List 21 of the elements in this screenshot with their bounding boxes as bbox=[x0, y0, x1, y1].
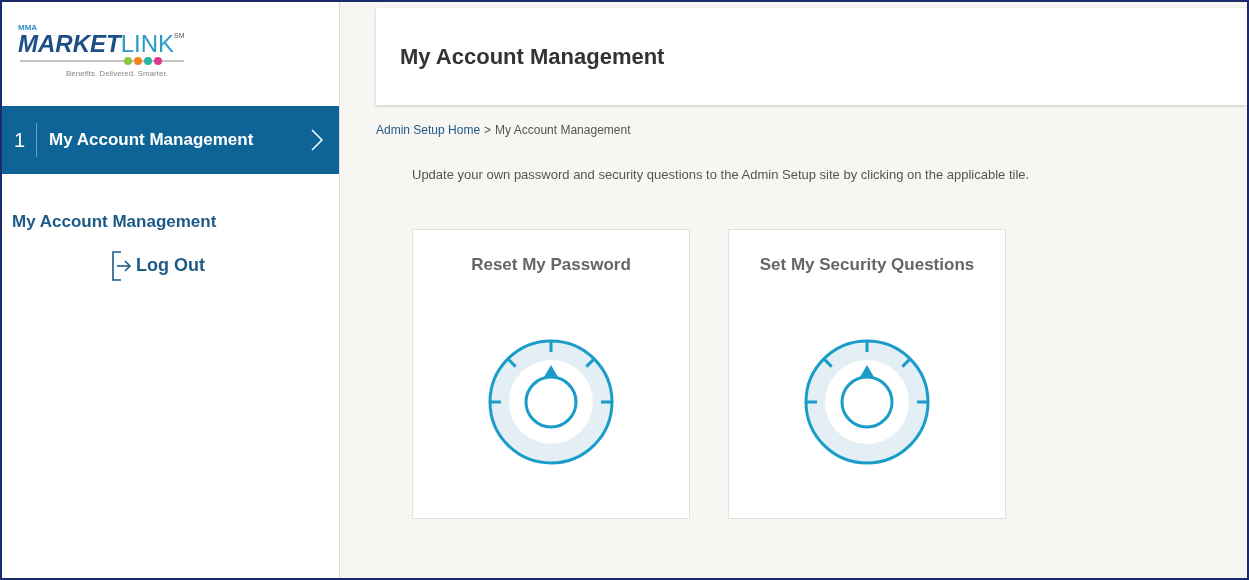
dial-icon bbox=[488, 339, 614, 465]
breadcrumb-link[interactable]: Admin Setup Home bbox=[376, 121, 481, 139]
option-tile[interactable]: Reset My Password bbox=[412, 228, 690, 519]
sidebar-heading: My Account Management bbox=[12, 211, 218, 233]
logo-prefix: MMA bbox=[18, 24, 39, 32]
breadcrumb-separator: > bbox=[484, 122, 492, 139]
tile-title: Reset My Password bbox=[471, 253, 631, 276]
logout-icon bbox=[112, 250, 132, 281]
logo-tagline: Benefits. Delivered. Smarter. bbox=[66, 68, 169, 80]
page-title: My Account Management bbox=[400, 43, 665, 71]
dial-icon bbox=[804, 339, 930, 465]
logout-button[interactable]: Log Out bbox=[112, 250, 205, 281]
tile-title: Set My Security Questions bbox=[759, 253, 975, 276]
breadcrumb-current: My Account Management bbox=[495, 122, 631, 139]
step-number: 1 bbox=[13, 128, 27, 153]
logo-wordmark: MARKET bbox=[18, 32, 121, 56]
intro-text: Update your own password and security questions to the Admin Setup site by clicking on the applicable tile. bbox=[412, 166, 1031, 184]
chevron-right-icon bbox=[311, 129, 323, 151]
step-label: My Account Management bbox=[49, 129, 255, 152]
step-tab[interactable]: 1 My Account Management bbox=[2, 106, 339, 174]
option-tile[interactable]: Set My Security Questions bbox=[728, 228, 1006, 519]
